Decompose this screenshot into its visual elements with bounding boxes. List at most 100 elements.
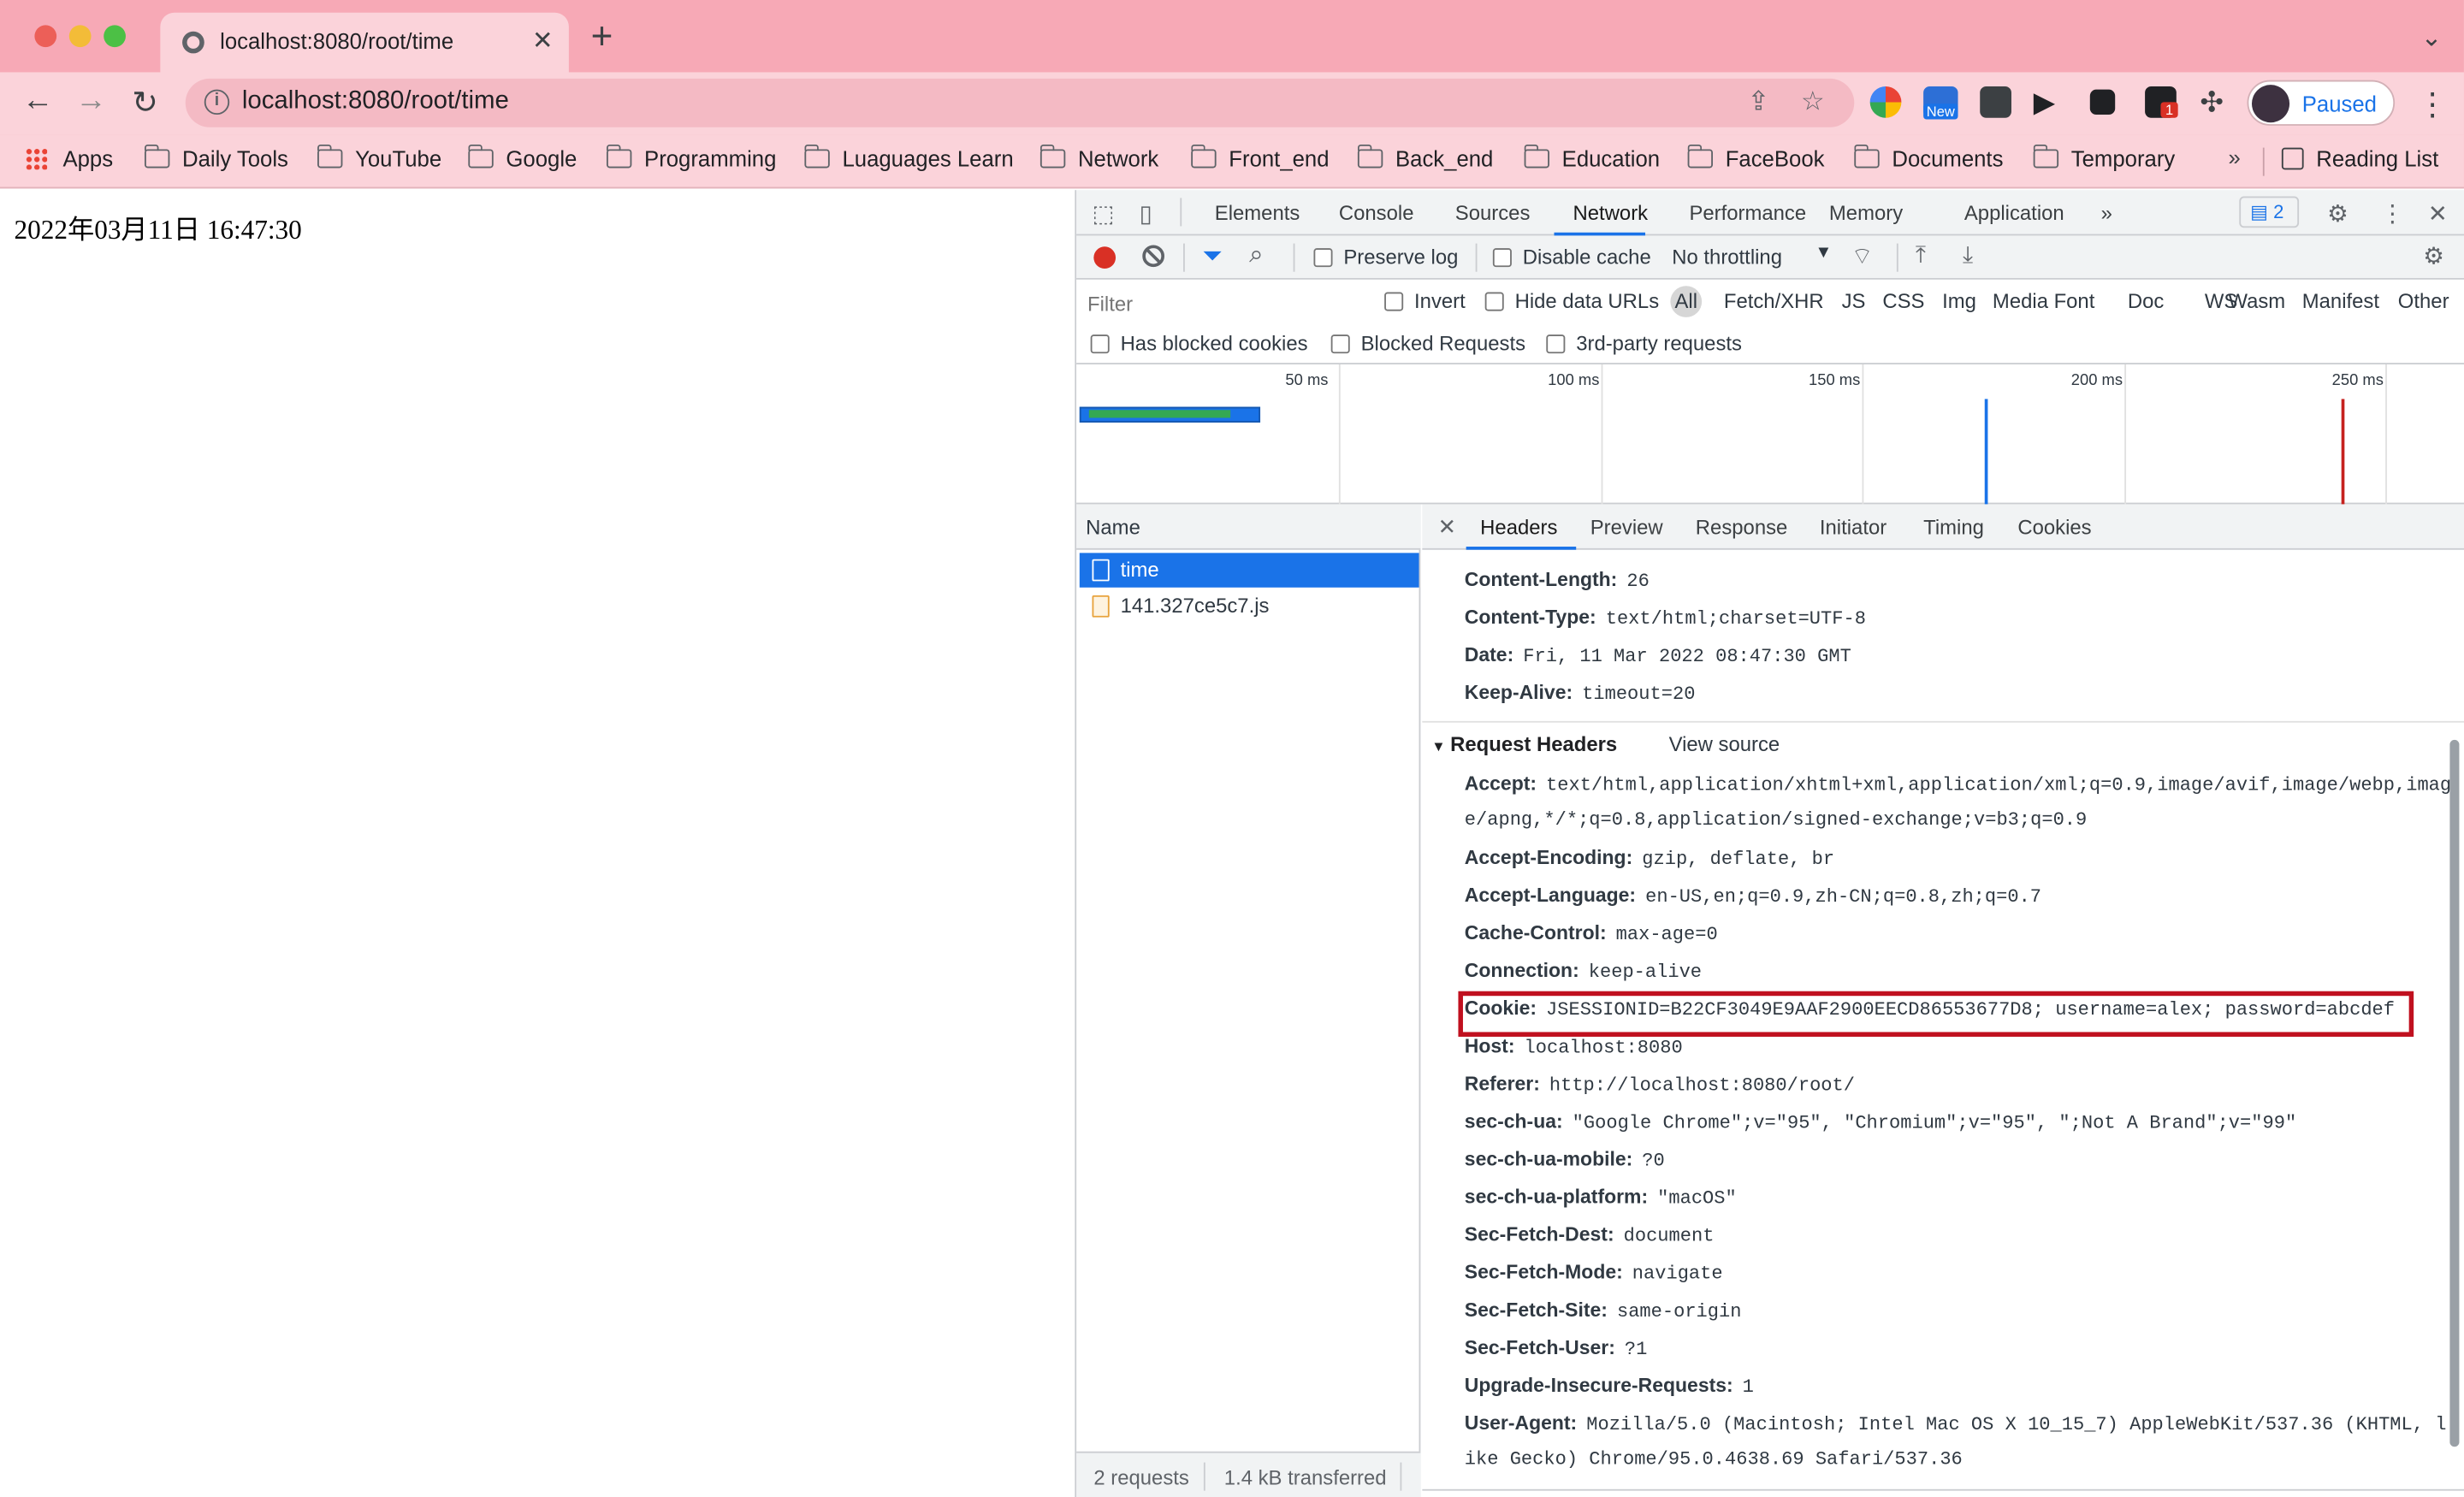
tab-performance[interactable]: Performance xyxy=(1689,201,1806,225)
network-settings-gear-icon[interactable]: ⚙ xyxy=(2423,242,2444,270)
extension-badge-icon[interactable]: 1 xyxy=(2145,86,2178,118)
header-row[interactable]: Accept: text/html,application/xhtml+xml,a… xyxy=(1465,772,2451,796)
throttling-select[interactable]: No throttling xyxy=(1672,245,1782,269)
minimize-window-button[interactable] xyxy=(68,25,92,48)
address-bar[interactable]: i localhost:8080/root/time ⇪ ☆ xyxy=(185,78,1855,127)
tab-console[interactable]: Console xyxy=(1339,201,1414,225)
bookmark-daily-tools[interactable]: Daily Tools xyxy=(144,144,288,171)
filter-type-media[interactable]: Media xyxy=(1993,289,2048,313)
close-devtools-icon[interactable]: ✕ xyxy=(2428,199,2448,228)
bookmark-star-icon[interactable]: ☆ xyxy=(1801,86,1825,118)
gear-icon[interactable]: ⚙ xyxy=(2327,199,2348,228)
request-row[interactable]: 141.327ce5c7.js xyxy=(1080,589,1419,624)
reading-list-button[interactable]: Reading List xyxy=(2281,146,2438,171)
filter-type-manifest[interactable]: Manifest xyxy=(2302,289,2379,313)
network-conditions-icon[interactable]: ⌔ xyxy=(1851,242,1874,272)
header-row[interactable]: Host: localhost:8080 xyxy=(1465,1035,1683,1059)
bookmark-documents[interactable]: Documents xyxy=(1853,144,2003,171)
bookmark-facebook[interactable]: FaceBook xyxy=(1686,144,1824,171)
bookmark-back-end[interactable]: Back_end xyxy=(1356,144,1493,171)
bookmark-temporary[interactable]: Temporary xyxy=(2032,144,2175,171)
issues-button[interactable]: ▤ 2 xyxy=(2239,196,2300,228)
hide-data-urls-checkbox[interactable] xyxy=(1484,292,1504,311)
extension-new-icon[interactable]: New xyxy=(1923,86,1958,120)
filter-type-css[interactable]: CSS xyxy=(1882,289,1924,313)
filter-type-doc[interactable]: Doc xyxy=(2128,289,2164,313)
header-row[interactable]: Upgrade-Insecure-Requests: 1 xyxy=(1465,1375,1754,1399)
detail-tab-cookies[interactable]: Cookies xyxy=(2017,515,2091,539)
import-har-icon[interactable]: ⤒ xyxy=(1916,242,1926,269)
record-button[interactable] xyxy=(1093,246,1116,269)
forward-button[interactable]: → xyxy=(75,83,107,119)
export-har-icon[interactable]: ⤓ xyxy=(1963,242,1973,269)
header-row[interactable]: Sec-Fetch-Site: same-origin xyxy=(1465,1299,1742,1323)
share-icon[interactable]: ⇪ xyxy=(1747,86,1769,118)
device-toolbar-icon[interactable]: ▯ xyxy=(1140,199,1152,228)
header-row[interactable]: Connection: keep-alive xyxy=(1465,960,1702,984)
header-row[interactable]: sec-ch-ua: "Google Chrome";v="95", "Chrom… xyxy=(1465,1110,2296,1134)
clear-icon[interactable] xyxy=(1142,245,1164,268)
request-row[interactable]: time xyxy=(1079,553,1419,588)
puzzle-extensions-icon[interactable]: ✣ xyxy=(2200,86,2231,118)
blocked-requests-checkbox[interactable] xyxy=(1330,334,1350,354)
header-row[interactable]: Sec-Fetch-Dest: document xyxy=(1465,1223,1715,1247)
inspect-element-icon[interactable]: ⬚ xyxy=(1093,199,1115,228)
request-headers-section-title[interactable]: ▼ Request Headers xyxy=(1431,732,1617,756)
close-detail-icon[interactable]: ✕ xyxy=(1438,513,1457,540)
bookmark-network[interactable]: Network xyxy=(1039,144,1158,171)
browser-tab[interactable]: localhost:8080/root/time ✕ xyxy=(160,12,569,73)
header-row[interactable]: User-Agent: Mozilla/5.0 (Macintosh; Intel… xyxy=(1465,1412,2447,1436)
bookmark-apps[interactable]: Apps xyxy=(25,146,113,171)
zoom-window-button[interactable] xyxy=(104,25,126,48)
third-party-checkbox[interactable] xyxy=(1546,334,1566,354)
detail-tab-initiator[interactable]: Initiator xyxy=(1820,515,1886,539)
preserve-log-checkbox[interactable] xyxy=(1313,248,1333,268)
filter-icon[interactable]: ⏷ xyxy=(1202,244,1223,272)
header-row[interactable]: Date: Fri, 11 Mar 2022 08:47:30 GMT xyxy=(1465,644,1851,668)
filter-type-js[interactable]: JS xyxy=(1842,289,1866,313)
profile-button[interactable]: Paused xyxy=(2247,80,2396,126)
header-row[interactable]: Cache-Control: max-age=0 xyxy=(1465,922,1718,946)
play-extension-icon[interactable]: ▶ xyxy=(2034,86,2065,118)
detail-tab-response[interactable]: Response xyxy=(1696,515,1788,539)
tab-search-chevron-icon[interactable]: ⌄ xyxy=(2421,22,2443,54)
bookmarks-overflow-button[interactable]: » xyxy=(2228,145,2240,169)
detail-tab-timing[interactable]: Timing xyxy=(1923,515,1984,539)
disable-cache-checkbox[interactable] xyxy=(1492,248,1512,268)
close-window-button[interactable] xyxy=(34,25,57,48)
header-row[interactable]: Accept-Encoding: gzip, deflate, br xyxy=(1465,847,1834,871)
reload-button[interactable]: ↻ xyxy=(132,83,158,122)
site-info-icon[interactable]: i xyxy=(204,89,230,115)
filter-input[interactable] xyxy=(1082,286,1363,317)
more-menu-icon[interactable]: ⋮ xyxy=(2417,85,2449,124)
tab-elements[interactable]: Elements xyxy=(1215,201,1300,225)
header-row[interactable]: Sec-Fetch-User: ?1 xyxy=(1465,1337,1648,1361)
name-column-header[interactable]: Name xyxy=(1076,504,1421,550)
filter-type-wasm[interactable]: Wasm xyxy=(2228,289,2285,313)
search-icon[interactable]: ⌕ xyxy=(1249,242,1263,270)
tab-application[interactable]: Application xyxy=(1964,201,2064,225)
bookmark-programming[interactable]: Programming xyxy=(606,144,776,171)
header-row[interactable]: sec-ch-ua-mobile: ?0 xyxy=(1465,1148,1665,1172)
bookmark-front-end[interactable]: Front_end xyxy=(1190,144,1330,171)
tab-network[interactable]: Network xyxy=(1573,201,1649,225)
filter-type-other[interactable]: Other xyxy=(2398,289,2449,313)
extension-dots-icon[interactable] xyxy=(1980,86,2011,118)
bookmark-google[interactable]: Google xyxy=(467,144,577,171)
has-blocked-cookies-checkbox[interactable] xyxy=(1090,334,1110,354)
invert-checkbox[interactable] xyxy=(1384,292,1404,311)
tab-memory[interactable]: Memory xyxy=(1829,201,1903,225)
bookmark-youtube[interactable]: YouTube xyxy=(317,144,441,171)
detail-tab-preview[interactable]: Preview xyxy=(1590,515,1663,539)
back-button[interactable]: ← xyxy=(22,83,54,119)
extension-color-icon[interactable] xyxy=(1869,86,1902,118)
detail-scrollbar[interactable] xyxy=(2449,739,2460,1447)
header-row[interactable]: Sec-Fetch-Mode: navigate xyxy=(1465,1262,1723,1286)
filter-type-img[interactable]: Img xyxy=(1942,289,1976,313)
close-tab-icon[interactable]: ✕ xyxy=(532,25,554,56)
filter-type-fetch-xhr[interactable]: Fetch/XHR xyxy=(1724,289,1824,313)
filter-type-all[interactable]: All xyxy=(1670,286,1703,317)
address-url[interactable]: localhost:8080/root/time xyxy=(242,88,509,116)
header-row[interactable]: Cookie: JSESSIONID=B22CF3049E9AAF2900EECD… xyxy=(1465,997,2395,1021)
filter-type-font[interactable]: Font xyxy=(2054,289,2095,313)
